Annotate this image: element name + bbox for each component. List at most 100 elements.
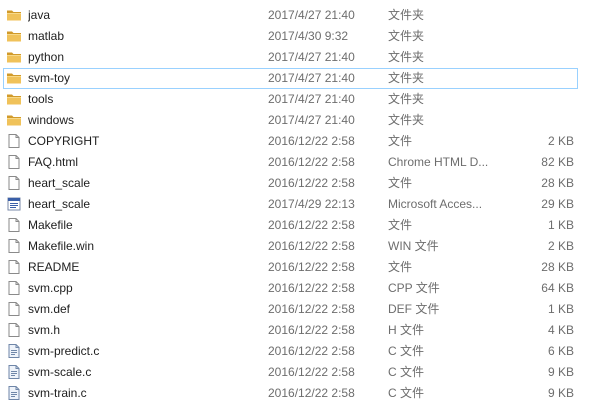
- file-type: 文件夹: [388, 113, 425, 127]
- folder-icon: [6, 49, 24, 68]
- file-modified-date: 2017/4/27 21:40: [268, 50, 355, 64]
- file-size: 6 KB: [547, 344, 574, 358]
- file-size: 64 KB: [541, 281, 574, 295]
- file-row[interactable]: svm.h 2016/12/22 2:58 H 文件 4 KB: [3, 320, 578, 341]
- file-icon: [6, 322, 24, 341]
- file-name: FAQ.html: [28, 155, 79, 169]
- file-type: 文件: [388, 218, 413, 232]
- file-modified-date: 2017/4/27 21:40: [268, 92, 355, 106]
- file-name: Makefile: [28, 218, 73, 232]
- file-row[interactable]: java 2017/4/27 21:40 文件夹: [3, 5, 578, 26]
- file-size: [504, 90, 574, 109]
- file-name: svm-scale.c: [28, 365, 92, 379]
- file-type: 文件夹: [388, 29, 425, 43]
- file-type: C 文件: [388, 386, 425, 400]
- file-name: COPYRIGHT: [28, 134, 100, 148]
- access-file-icon: [6, 196, 24, 215]
- file-type: C 文件: [388, 344, 425, 358]
- file-type: CPP 文件: [388, 281, 440, 295]
- file-icon: [6, 280, 24, 299]
- file-size: [504, 48, 574, 67]
- file-size: 1 KB: [547, 218, 574, 232]
- file-size: [504, 6, 574, 25]
- file-modified-date: 2016/12/22 2:58: [268, 344, 355, 358]
- file-size: 2 KB: [547, 134, 574, 148]
- file-name: svm-predict.c: [28, 344, 100, 358]
- file-modified-date: 2016/12/22 2:58: [268, 218, 355, 232]
- file-modified-date: 2016/12/22 2:58: [268, 386, 355, 400]
- file-size: 2 KB: [547, 239, 574, 253]
- file-list: java 2017/4/27 21:40 文件夹 matlab 2017/4/30 9…: [0, 5, 599, 404]
- file-row[interactable]: heart_scale 2017/4/29 22:13 Microsoft Acce…: [3, 194, 578, 215]
- c-source-file-icon: [6, 385, 24, 404]
- file-type: 文件: [388, 260, 413, 274]
- file-row[interactable]: svm-train.c 2016/12/22 2:58 C 文件 9 KB: [3, 383, 578, 404]
- file-row[interactable]: tools 2017/4/27 21:40 文件夹: [3, 89, 578, 110]
- file-icon: [6, 217, 24, 236]
- file-size: 9 KB: [547, 365, 574, 379]
- file-type: 文件夹: [388, 71, 425, 85]
- file-size: 4 KB: [547, 323, 574, 337]
- file-row[interactable]: svm-toy 2017/4/27 21:40 文件夹: [3, 68, 578, 89]
- file-size: 1 KB: [547, 302, 574, 316]
- file-row[interactable]: heart_scale 2016/12/22 2:58 文件 28 KB: [3, 173, 578, 194]
- c-source-file-icon: [6, 364, 24, 383]
- file-row[interactable]: svm.def 2016/12/22 2:58 DEF 文件 1 KB: [3, 299, 578, 320]
- file-modified-date: 2016/12/22 2:58: [268, 134, 355, 148]
- file-name: Makefile.win: [28, 239, 95, 253]
- file-modified-date: 2016/12/22 2:58: [268, 155, 355, 169]
- folder-icon: [6, 70, 24, 89]
- file-row[interactable]: FAQ.html 2016/12/22 2:58 Chrome HTML D... 8…: [3, 152, 578, 173]
- folder-icon: [6, 112, 24, 131]
- file-row[interactable]: windows 2017/4/27 21:40 文件夹: [3, 110, 578, 131]
- file-modified-date: 2016/12/22 2:58: [268, 239, 355, 253]
- file-type: H 文件: [388, 323, 425, 337]
- file-row[interactable]: COPYRIGHT 2016/12/22 2:58 文件 2 KB: [3, 131, 578, 152]
- file-name: heart_scale: [28, 176, 91, 190]
- folder-icon: [6, 28, 24, 47]
- file-name: tools: [28, 92, 54, 106]
- file-size: 9 KB: [547, 386, 574, 400]
- file-name: README: [28, 260, 80, 274]
- file-name: svm-toy: [28, 71, 70, 85]
- file-icon: [6, 301, 24, 320]
- file-modified-date: 2017/4/29 22:13: [268, 197, 355, 211]
- file-name: windows: [28, 113, 75, 127]
- file-modified-date: 2017/4/30 9:32: [268, 29, 349, 43]
- file-icon: [6, 238, 24, 257]
- file-modified-date: 2016/12/22 2:58: [268, 323, 355, 337]
- file-row[interactable]: matlab 2017/4/30 9:32 文件夹: [3, 26, 578, 47]
- file-size: 82 KB: [541, 155, 574, 169]
- file-name: svm-train.c: [28, 386, 87, 400]
- file-modified-date: 2016/12/22 2:58: [268, 260, 355, 274]
- file-name: svm.h: [28, 323, 61, 337]
- file-modified-date: 2016/12/22 2:58: [268, 176, 355, 190]
- file-type: 文件夹: [388, 8, 425, 22]
- file-row[interactable]: svm-predict.c 2016/12/22 2:58 C 文件 6 KB: [3, 341, 578, 362]
- file-row[interactable]: Makefile 2016/12/22 2:58 文件 1 KB: [3, 215, 578, 236]
- file-size: [504, 27, 574, 46]
- file-modified-date: 2016/12/22 2:58: [268, 365, 355, 379]
- file-name: matlab: [28, 29, 65, 43]
- file-row[interactable]: python 2017/4/27 21:40 文件夹: [3, 47, 578, 68]
- folder-icon: [6, 7, 24, 26]
- file-icon: [6, 133, 24, 152]
- file-name: svm.cpp: [28, 281, 73, 295]
- folder-icon: [6, 91, 24, 110]
- c-source-file-icon: [6, 343, 24, 362]
- file-row[interactable]: svm-scale.c 2016/12/22 2:58 C 文件 9 KB: [3, 362, 578, 383]
- file-row[interactable]: README 2016/12/22 2:58 文件 28 KB: [3, 257, 578, 278]
- file-type: 文件: [388, 176, 413, 190]
- file-row[interactable]: Makefile.win 2016/12/22 2:58 WIN 文件 2 KB: [3, 236, 578, 257]
- file-icon: [6, 259, 24, 278]
- file-icon: [6, 154, 24, 173]
- file-type: Chrome HTML D...: [388, 155, 489, 169]
- file-type: 文件夹: [388, 92, 425, 106]
- file-modified-date: 2016/12/22 2:58: [268, 302, 355, 316]
- file-type: Microsoft Acces...: [388, 197, 483, 211]
- file-name: svm.def: [28, 302, 71, 316]
- file-size: [504, 111, 574, 130]
- file-name: heart_scale: [28, 197, 91, 211]
- file-icon: [6, 175, 24, 194]
- file-row[interactable]: svm.cpp 2016/12/22 2:58 CPP 文件 64 KB: [3, 278, 578, 299]
